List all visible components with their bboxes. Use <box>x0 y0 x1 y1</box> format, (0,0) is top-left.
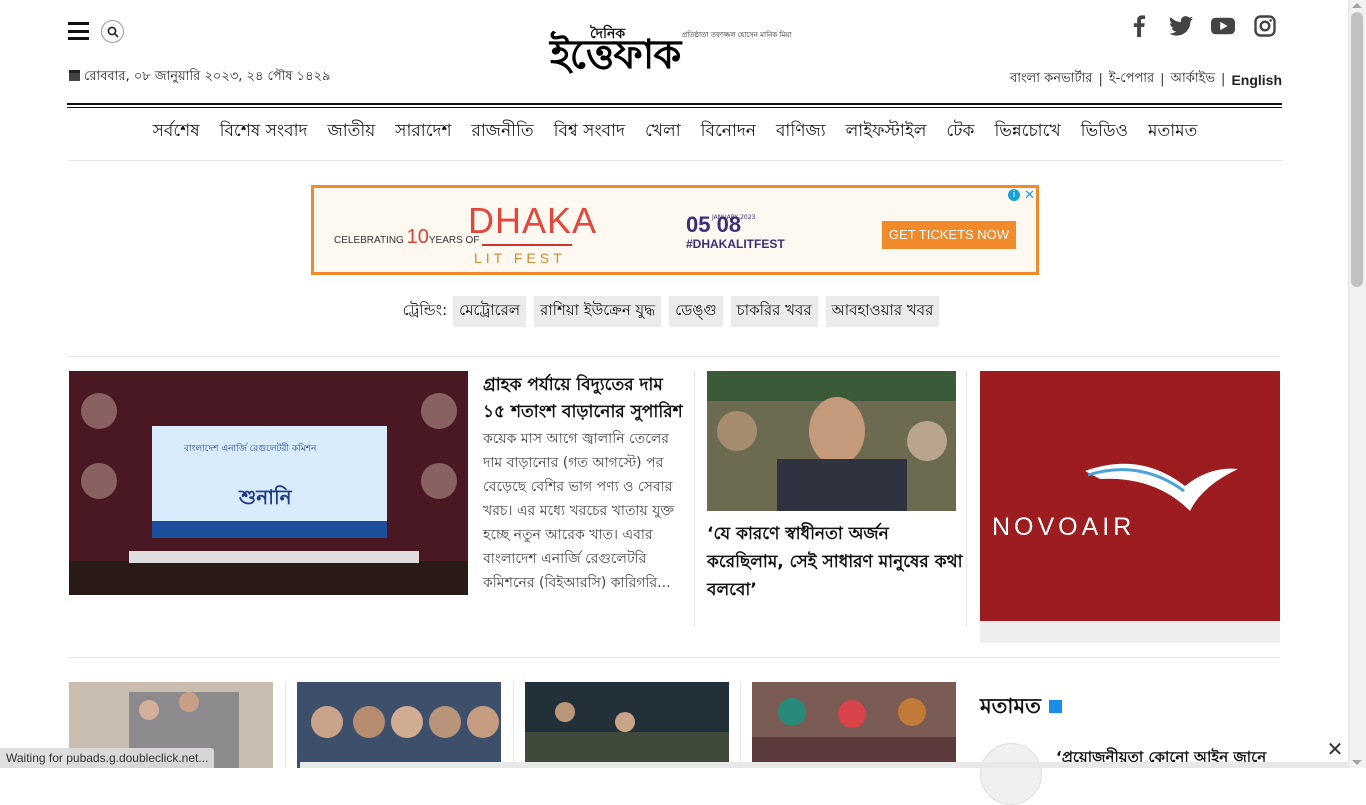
nav-item-opinion[interactable]: মতামত <box>1138 118 1207 146</box>
banner-ad[interactable]: CELEBRATING 10YEARS OF DHAKA LIT FEST 05… <box>311 185 1039 275</box>
menu-icon[interactable] <box>68 22 89 40</box>
nav-item-entertainment[interactable]: বিনোদন <box>691 118 766 146</box>
banner-title: বাংলাদেশ এনার্জি রেগুলেটরী কমিশন <box>184 444 317 454</box>
link-bangla-converter[interactable]: বাংলা কনভার্টার <box>1010 69 1093 90</box>
nav-item-special[interactable]: বিশেষ সংবাদ <box>210 118 318 146</box>
trending-tag[interactable]: রাশিয়া ইউক্রেন যুদ্ধ <box>534 296 662 327</box>
header-rule <box>67 103 1282 105</box>
row-rule <box>68 657 1280 658</box>
divider: | <box>1098 72 1103 87</box>
search-icon <box>107 26 119 38</box>
nav-item-business[interactable]: বাণিজ্য <box>766 118 836 146</box>
ad-celebrating: CELEBRATING 10YEARS OF <box>334 226 480 248</box>
column-divider <box>513 682 514 768</box>
calendar-icon <box>69 70 80 81</box>
nav-item-national[interactable]: জাতীয় <box>317 118 385 146</box>
news-thumbnail[interactable] <box>752 682 956 768</box>
twitter-icon[interactable] <box>1169 14 1193 38</box>
divider: | <box>1221 72 1226 87</box>
scroll-up-icon[interactable] <box>1352 3 1362 8</box>
status-bar: Waiting for pubads.g.doubleclick.net... <box>0 748 215 768</box>
date-line: রোববার, ০৮ জানুয়ারি ২০২৩, ২৪ পৌষ ১৪২৯ <box>69 67 330 88</box>
main-nav: সর্বশেষ বিশেষ সংবাদ জাতীয় সারাদেশ রাজনী… <box>68 118 1282 146</box>
second-news-image[interactable] <box>707 371 956 511</box>
trending-bar: ট্রেন্ডিং: মেট্রোরেল রাশিয়া ইউক্রেন যুদ… <box>68 296 1282 327</box>
opinion-avatar <box>980 743 1042 805</box>
ad-cta-button[interactable]: GET TICKETS NOW <box>882 221 1016 249</box>
trending-rule <box>68 356 1280 357</box>
scroll-down-icon[interactable] <box>1352 760 1362 765</box>
sticky-ad-bar <box>300 762 1349 768</box>
site-logo[interactable]: দৈনিক প্রতিষ্ঠাতা তফাজ্জল হোসেন মানিক মি… <box>550 22 800 82</box>
trending-tag[interactable]: ডেঙ্গু <box>669 296 723 327</box>
nav-item-lifestyle[interactable]: লাইফস্টাইল <box>836 118 937 146</box>
ad-line <box>482 244 572 246</box>
nav-rule <box>68 160 1282 161</box>
nav-item-latest[interactable]: সর্বশেষ <box>143 118 210 146</box>
nav-item-country[interactable]: সারাদেশ <box>385 118 461 146</box>
link-archive[interactable]: আর্কাইভ <box>1171 69 1215 90</box>
column-divider <box>966 371 967 627</box>
column-divider <box>694 371 695 627</box>
trending-tag[interactable]: চাকরির খবর <box>730 296 818 327</box>
square-icon <box>1048 700 1062 713</box>
lead-news-image[interactable]: বাংলাদেশ এনার্জি রেগুলেটরী কমিশন শুনানি <box>69 371 468 595</box>
column-divider <box>285 682 286 768</box>
social-links <box>1127 14 1277 38</box>
ad-footer-bar <box>980 621 1280 643</box>
date-text: রোববার, ০৮ জানুয়ারি ২০২৩, ২৪ পৌষ ১৪২৯ <box>84 69 331 84</box>
trending-label: ট্রেন্ডিং: <box>402 301 448 319</box>
news-thumbnail[interactable] <box>297 682 501 768</box>
nav-item-video[interactable]: ভিডিও <box>1071 118 1138 146</box>
logo-tagline: প্রতিষ্ঠাতা তফাজ্জল হোসেন মানিক মিয়া <box>682 31 792 39</box>
link-english[interactable]: English <box>1231 72 1282 88</box>
instagram-icon[interactable] <box>1253 14 1277 38</box>
nav-item-sports[interactable]: খেলা <box>635 118 691 146</box>
search-button[interactable] <box>101 20 124 43</box>
ad-hashtag: #DHAKALITFEST <box>686 237 785 251</box>
logo-big: ইত্তেফাক <box>550 31 681 78</box>
scrollbar[interactable] <box>1348 0 1366 768</box>
scroll-thumb[interactable] <box>1351 12 1363 287</box>
youtube-icon[interactable] <box>1211 14 1235 38</box>
header-rule-thin <box>67 107 1282 108</box>
ad-litfest: LIT FEST <box>474 250 566 266</box>
lead-news-summary: কয়েক মাস আগে জ্বালানি তেলের দাম বাড়ানো… <box>483 431 674 591</box>
novoair-ad[interactable]: NOVOAIR <box>980 371 1280 621</box>
news-thumbnail[interactable] <box>525 682 729 768</box>
nav-item-different-eye[interactable]: ভিন্নচোখে <box>984 118 1070 146</box>
ad-month: JANUARY 2023 <box>712 214 756 221</box>
ad-info-icon[interactable]: i <box>1008 189 1020 201</box>
banner-hearing: শুনানি <box>239 485 292 509</box>
ad-close-icon[interactable]: ✕ <box>1024 188 1035 203</box>
top-links: বাংলা কনভার্টার | ই-পেপার | আর্কাইভ | En… <box>1010 69 1282 90</box>
nav-item-tech[interactable]: টেক <box>936 118 984 146</box>
novoair-brand: NOVOAIR <box>992 513 1136 541</box>
ad-dhaka: DHAKA <box>468 200 598 241</box>
link-epaper[interactable]: ই-পেপার <box>1109 69 1154 90</box>
lead-news-title[interactable]: গ্রাহক পর্যায়ে বিদ্যুতের দাম ১৫ শতাংশ ব… <box>483 372 683 426</box>
nav-item-politics[interactable]: রাজনীতি <box>462 118 544 146</box>
page: রোববার, ০৮ জানুয়ারি ২০২৩, ২৪ পৌষ ১৪২৯ দ… <box>67 0 1282 805</box>
second-news-title[interactable]: ‘যে কারণে স্বাধীনতা অর্জন করেছিলাম, সেই … <box>707 520 967 604</box>
column-divider <box>740 682 741 768</box>
close-icon[interactable]: ✕ <box>1322 736 1348 762</box>
nav-item-world[interactable]: বিশ্ব সংবাদ <box>544 118 635 146</box>
opinion-heading[interactable]: মতামত <box>980 690 1062 725</box>
divider: | <box>1160 72 1165 87</box>
facebook-icon[interactable] <box>1127 14 1151 38</box>
trending-tag[interactable]: মেট্রোরেল <box>453 296 527 327</box>
trending-tag[interactable]: আবহাওয়ার খবর <box>825 296 940 327</box>
